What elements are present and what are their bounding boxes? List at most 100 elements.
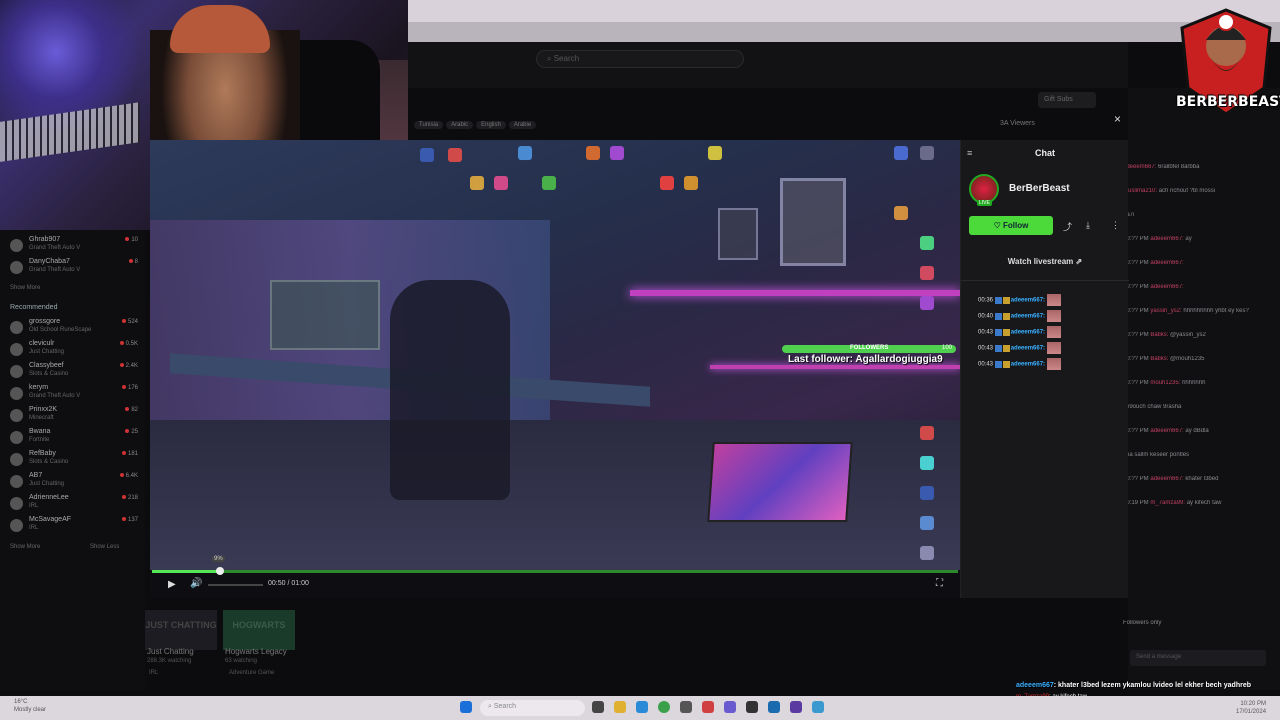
progress-handle[interactable] [216,567,224,575]
download-icon[interactable]: ⤓ [1086,220,1090,231]
viewer-count: 2.4K [120,363,138,369]
viewer-count: 176 [122,385,138,391]
file-explorer-icon[interactable] [614,701,626,713]
badge-icon [1002,328,1010,336]
taskbar-search[interactable]: ⌕ Search [480,700,585,716]
watch-livestream-link[interactable]: Watch livestream ⇗ [961,257,1129,266]
channel-game: Slots & Casino [29,459,69,465]
chat-message: 00:40 adeeem667: [978,310,1062,322]
weather-temp: 16°C [14,699,28,705]
sidebar-channel[interactable]: Bwana Fortnite 25 [10,428,138,448]
message-user[interactable]: adeeem667: [1150,236,1183,242]
search-input[interactable]: ⌕ Search [536,50,744,68]
video-popup: FOLLOWERS 100 Last follower: Agallardogi… [150,140,960,598]
close-icon[interactable]: × [1114,112,1121,126]
sidebar-channel[interactable]: RefBaby Slots & Casino 181 [10,450,138,470]
channel-game: Just Chatting [29,349,65,355]
app-icon[interactable] [724,701,736,713]
app-icon[interactable] [746,701,758,713]
sidebar-channel[interactable]: grossgore Old School RuneScape 524 [10,318,138,338]
viewer-count: 524 [122,319,138,325]
more-options-icon[interactable]: ⋮ [1111,220,1120,231]
tag[interactable]: English [476,121,506,129]
message-user[interactable]: adeeem667: [1150,284,1183,290]
category-card[interactable]: JUST CHATTING [145,610,217,650]
channel-name: AB7 [29,472,43,479]
windows-start-icon[interactable] [460,701,472,713]
share-icon[interactable]: ⤴ [1063,220,1072,233]
tag[interactable]: Tunisia [414,121,444,129]
gift-subs-button[interactable]: Gift Subs [1038,92,1096,108]
sidebar-channel[interactable]: AdrienneLee IRL 218 [10,494,138,514]
message-user[interactable]: adeeem667: [1011,298,1045,304]
sidebar-channel[interactable]: DanyChaba7 Grand Theft Auto V 8 [10,258,138,278]
edge-icon[interactable] [636,701,648,713]
message-user[interactable]: adeeem667: [1011,346,1045,352]
category-title[interactable]: Just Chatting [147,647,194,656]
volume-icon[interactable]: 🔊 [190,578,202,589]
message-user[interactable]: adeeem667: [1123,164,1156,170]
taskbar-clock[interactable]: 10:20 PM 17/01/2024 [1236,700,1266,716]
tag[interactable]: Arabic [446,121,474,129]
category-cards: JUST CHATTING HOGWARTS Just Chatting Hog… [145,598,445,690]
message-user[interactable]: Batiks: [1150,332,1168,338]
video-player[interactable]: FOLLOWERS 100 Last follower: Agallardogi… [150,140,960,570]
app-icon[interactable] [702,701,714,713]
viewer-count: 6.4K [120,473,138,479]
show-less-link[interactable]: Show Less [90,544,119,550]
sidebar-channel[interactable]: cleviculr Just Chatting 0.5K [10,340,138,360]
recommended-heading: Recommended [10,304,58,311]
channel-name: kerym [29,384,49,391]
message-user[interactable]: adeeem667: [1150,260,1183,266]
category-card[interactable]: HOGWARTS [223,610,295,650]
chat-input[interactable]: Send a message [1130,650,1266,666]
app-icon[interactable] [812,701,824,713]
follow-button[interactable]: ♡ Follow [969,216,1053,235]
show-more-link[interactable]: Show More [10,544,40,550]
background-chat-message: 10:?? PM mouh1235: hhhhhhh [1123,380,1273,386]
message-user[interactable]: adeeem667: [1011,314,1045,320]
category-tag[interactable]: Adventure Game [229,670,274,676]
weather-widget[interactable]: 16°C Mostly clear [14,698,46,714]
message-user[interactable]: mouh1235: [1150,380,1180,386]
message-user[interactable]: adeeem667: [1011,362,1045,368]
viewer-count: 0.5K [120,341,138,347]
sidebar-channel[interactable]: Prinxx2K Minecraft 82 [10,406,138,426]
message-user[interactable]: adeeem667: [1150,476,1183,482]
message-user[interactable]: yassin_ys2: [1150,308,1181,314]
progress-track[interactable] [152,570,958,573]
logo-text: BERBERBEAST [1176,94,1280,110]
volume-slider[interactable] [208,584,263,586]
steam-icon[interactable] [768,701,780,713]
sidebar-channel[interactable]: McSavageAF IRL 137 [10,516,138,536]
background-chat-message: ye9ouch chaw 9rasha [1123,404,1273,410]
viewer-count: 218 [122,495,138,501]
avatar [10,261,23,274]
sidebar-channel[interactable]: kerym Grand Theft Auto V 176 [10,384,138,404]
app-icon[interactable] [790,701,802,713]
app-icon[interactable] [680,701,692,713]
message-user[interactable]: Batiks: [1150,356,1168,362]
message-user[interactable]: m_7amza99: [1150,500,1185,506]
message-user[interactable]: adeeem667: [1011,330,1045,336]
play-icon[interactable]: ▶ [168,579,176,590]
sidebar-channel[interactable]: Classybeef Slots & Casino 2.4K [10,362,138,382]
chat-message: 00:43 adeeem667: [978,326,1062,338]
fullscreen-icon[interactable]: ⛶ [936,578,943,589]
chat-message: 00:36 adeeem667: [978,294,1062,306]
chrome-icon[interactable] [658,701,670,713]
message-text: ay kifech taw [1186,500,1222,506]
category-title[interactable]: Hogwarts Legacy [225,647,287,656]
message-user[interactable]: adeeem667: [1150,428,1183,434]
sidebar-channel[interactable]: Ghrab907 Grand Theft Auto V 10 [10,236,138,256]
category-tag[interactable]: IRL [149,670,158,676]
show-more-link[interactable]: Show More [10,285,40,291]
overlay-chat-line: adeeem667: khater l3bed lezem ykamlou lv… [1016,682,1251,689]
channel-name[interactable]: BerBerBeast [1009,183,1070,194]
message-user[interactable]: muslima210: [1123,188,1157,194]
channel-name: Bwana [29,428,51,435]
channel-name: Ghrab907 [29,236,61,243]
sidebar-channel[interactable]: AB7 Just Chatting 6.4K [10,472,138,492]
tag[interactable]: Arabie [508,121,537,129]
task-view-icon[interactable] [592,701,604,713]
